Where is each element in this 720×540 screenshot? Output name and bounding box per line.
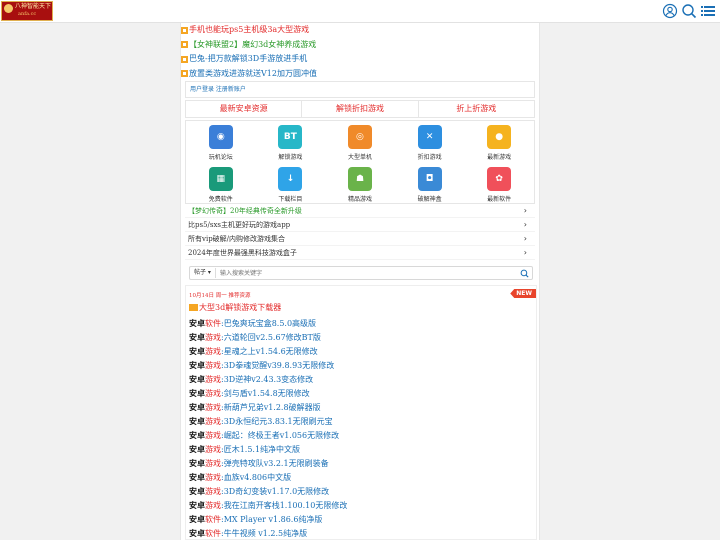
search-input[interactable] bbox=[215, 267, 516, 279]
category-label: 破解神盒 bbox=[417, 196, 442, 203]
promo-item[interactable]: 【梦幻传奇】20年经典传奇全新升级 › bbox=[185, 204, 535, 218]
new-badge: NEW bbox=[510, 289, 536, 298]
news-item[interactable]: 安卓软件:牛牛视频 v1.2.5纯净版 bbox=[189, 526, 529, 540]
category-item[interactable]: ↓ 下载栏目 bbox=[256, 163, 326, 205]
category-label: 玩机论坛 bbox=[208, 154, 233, 161]
news-item[interactable]: 安卓游戏:六道轮回v2.5.67修改BT版 bbox=[189, 330, 529, 344]
chevron-right-icon: › bbox=[523, 206, 527, 215]
bt-game-icon: BT bbox=[278, 125, 303, 149]
category-item[interactable]: BT 解锁游戏 bbox=[256, 121, 326, 163]
hot-icon bbox=[181, 26, 188, 34]
category-item[interactable]: ✿ 最新软件 bbox=[464, 163, 534, 205]
menu-icon[interactable] bbox=[700, 3, 716, 19]
main-column: 手机也能玩ps5主机级3a大型游戏 【女神联盟2】魔幻3d女神养成游戏 巴兔-把万款… bbox=[180, 23, 540, 540]
hot-icon bbox=[181, 70, 188, 78]
news-item[interactable]: 安卓游戏:新葫芦兄弟v1.2.8破解器版 bbox=[189, 400, 529, 414]
cup-icon: ◘ bbox=[417, 167, 442, 191]
download-icon: ↓ bbox=[278, 167, 303, 191]
hot-icon bbox=[181, 41, 188, 49]
category-grid: ◉ 玩机论坛 BT 解锁游戏 ◎ 大型单机 ✕ 折扣游戏 ● 最新游戏 ▦ 免费软件 ↓ 下载栏目 ☗ 精品游… bbox=[185, 120, 535, 204]
news-headline[interactable]: 大型3d解锁游戏下载器 bbox=[189, 302, 281, 313]
news-item[interactable]: 安卓游戏:弹壳特攻队v3.2.1无限刷装备 bbox=[189, 456, 529, 470]
search-icon bbox=[520, 269, 529, 278]
news-item[interactable]: 安卓游戏:3D拳魂觉醒v39.8.93无限修改 bbox=[189, 358, 529, 372]
hot-icon bbox=[181, 55, 188, 63]
chevron-right-icon: › bbox=[523, 220, 527, 229]
category-label: 解锁游戏 bbox=[278, 154, 303, 161]
search-bar: 帖子 ▾ bbox=[189, 266, 533, 280]
category-label: 最新游戏 bbox=[487, 154, 512, 161]
category-item[interactable]: ◘ 破解神盒 bbox=[395, 163, 465, 205]
promo-list: 【梦幻传奇】20年经典传奇全新升级 › 比ps5/sxs主机更好玩的游戏app › 所有… bbox=[185, 204, 535, 260]
category-label: 下载栏目 bbox=[278, 196, 303, 203]
resource-tabs: 最新安卓资源 解锁折扣游戏 折上折游戏 bbox=[185, 100, 535, 118]
category-item[interactable]: ◎ 大型单机 bbox=[325, 121, 395, 163]
news-panel: 10月14日 周一 推荐资源 NEW 大型3d解锁游戏下载器 安卓软件:巴兔爽玩… bbox=[185, 285, 537, 540]
category-label: 折扣游戏 bbox=[417, 154, 442, 161]
news-item[interactable]: 安卓软件:巴兔爽玩宝盒8.5.0高级版 bbox=[189, 316, 529, 330]
ad-link[interactable]: 巴兔-把万款解锁3D手游放进手机 bbox=[181, 52, 541, 67]
category-label: 免费软件 bbox=[208, 196, 233, 203]
news-item[interactable]: 安卓游戏:3D奇幻变装v1.17.0无限修改 bbox=[189, 484, 529, 498]
site-logo[interactable]: 八神智能天下 anfa.cc bbox=[1, 1, 53, 21]
ad-links: 手机也能玩ps5主机级3a大型游戏 【女神联盟2】魔幻3d女神养成游戏 巴兔-把万款… bbox=[181, 23, 541, 81]
ad-link[interactable]: 放置类游戏进游就送V12加万圆冲值 bbox=[181, 67, 541, 82]
news-item[interactable]: 安卓游戏:3D逆神v2.43.3变态修改 bbox=[189, 372, 529, 386]
news-list: 安卓软件:巴兔爽玩宝盒8.5.0高级版 安卓游戏:六道轮回v2.5.67修改BT版… bbox=[189, 316, 529, 540]
category-label: 大型单机 bbox=[347, 154, 372, 161]
forum-icon: ◉ bbox=[208, 125, 233, 149]
ad-link[interactable]: 【女神联盟2】魔幻3d女神养成游戏 bbox=[181, 38, 541, 53]
android-icon: ☗ bbox=[347, 167, 372, 191]
star-app-icon: ✿ bbox=[487, 167, 512, 191]
news-item[interactable]: 安卓游戏:匠木1.5.1纯净中文版 bbox=[189, 442, 529, 456]
news-date: 10月14日 周一 推荐资源 bbox=[189, 293, 251, 299]
user-icon[interactable] bbox=[662, 3, 678, 19]
tab-0[interactable]: 最新安卓资源 bbox=[186, 101, 303, 117]
category-item[interactable]: ● 最新游戏 bbox=[464, 121, 534, 163]
promo-item[interactable]: 2024年度世界最强黑科技游戏盒子 › bbox=[185, 246, 535, 260]
grid-app-icon: ▦ bbox=[208, 167, 233, 191]
login-register-link[interactable]: 用户登录 注册新账户 bbox=[185, 81, 535, 98]
search-button[interactable] bbox=[516, 267, 532, 279]
tab-2[interactable]: 折上折游戏 bbox=[419, 101, 534, 117]
news-item[interactable]: 安卓游戏:我在江南开客栈1.100.10无限修改 bbox=[189, 498, 529, 512]
news-item[interactable]: 安卓游戏:崛起：终极王者v1.056无限修改 bbox=[189, 428, 529, 442]
category-item[interactable]: ☗ 精品游戏 bbox=[325, 163, 395, 205]
tab-1[interactable]: 解锁折扣游戏 bbox=[302, 101, 419, 117]
category-label: 精品游戏 bbox=[347, 196, 372, 203]
tools-icon: ✕ bbox=[417, 125, 442, 149]
gamepad-icon: ◎ bbox=[347, 125, 372, 149]
game-controller-icon: ● bbox=[487, 125, 512, 149]
category-item[interactable]: ▦ 免费软件 bbox=[186, 163, 256, 205]
search-type-select[interactable]: 帖子 ▾ bbox=[190, 268, 216, 278]
news-item[interactable]: 安卓游戏:血族v4.806中文版 bbox=[189, 470, 529, 484]
chevron-right-icon: › bbox=[523, 248, 527, 257]
ad-link[interactable]: 手机也能玩ps5主机级3a大型游戏 bbox=[181, 23, 541, 38]
news-item[interactable]: 安卓游戏:星魂之上v1.54.6无限修改 bbox=[189, 344, 529, 358]
category-item[interactable]: ◉ 玩机论坛 bbox=[186, 121, 256, 163]
search-icon[interactable] bbox=[681, 3, 697, 19]
mail-icon bbox=[189, 304, 198, 311]
logo-emblem-icon bbox=[4, 4, 13, 13]
category-item[interactable]: ✕ 折扣游戏 bbox=[395, 121, 465, 163]
promo-item[interactable]: 比ps5/sxs主机更好玩的游戏app › bbox=[185, 218, 535, 232]
news-item[interactable]: 安卓软件:MX Player v1.86.6纯净版 bbox=[189, 512, 529, 526]
top-bar: 八神智能天下 anfa.cc bbox=[0, 0, 720, 23]
news-item[interactable]: 安卓游戏:剑与盾v1.54.8无限修改 bbox=[189, 386, 529, 400]
category-label: 最新软件 bbox=[487, 196, 512, 203]
promo-item[interactable]: 所有vip破解/内购修改游戏集合 › bbox=[185, 232, 535, 246]
chevron-right-icon: › bbox=[523, 234, 527, 243]
news-item[interactable]: 安卓游戏:3D永恒纪元3.83.1无限刷元宝 bbox=[189, 414, 529, 428]
